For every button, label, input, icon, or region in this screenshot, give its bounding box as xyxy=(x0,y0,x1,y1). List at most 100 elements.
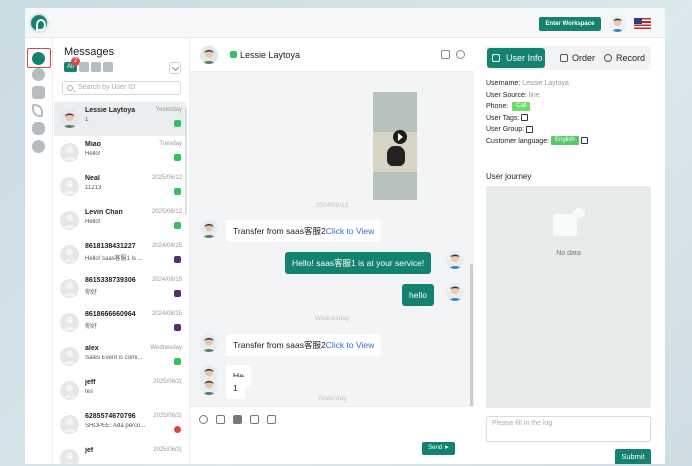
conversation-item[interactable]: jef 2025/06/2( xyxy=(54,442,186,464)
conversation-preview: Hello! xyxy=(85,219,101,225)
conversation-avatar xyxy=(60,143,79,162)
chat-header: Lessie Laytoya xyxy=(190,38,474,72)
conversation-name: alex xyxy=(85,345,99,352)
share-icon[interactable] xyxy=(441,50,450,59)
more-options-icon[interactable] xyxy=(456,50,465,59)
conversation-avatar xyxy=(60,449,79,464)
conversation-name: 8615338739306 xyxy=(85,277,136,284)
send-button[interactable]: Send ➤ xyxy=(422,442,455,455)
chevron-down-icon[interactable] xyxy=(169,62,181,74)
conversation-item[interactable]: Miao Tuesday Hello! xyxy=(54,136,186,170)
play-icon[interactable] xyxy=(393,130,407,144)
tab-user-info[interactable]: User Info xyxy=(487,48,545,68)
message-composer[interactable]: Send ➤ xyxy=(190,406,474,464)
list-scrollbar[interactable] xyxy=(185,107,187,215)
enter-workspace-button[interactable]: Enter Workspace xyxy=(539,17,601,31)
clipboard-nav-icon[interactable] xyxy=(32,86,45,99)
conversation-time: 2024/08/15 xyxy=(151,311,182,317)
message-nav-icon[interactable] xyxy=(32,68,45,81)
log-textarea[interactable]: Please fill in the log xyxy=(486,416,651,442)
tab-record[interactable]: Record xyxy=(604,48,645,68)
conversation-preview: Sales Event is comi... xyxy=(85,355,143,361)
channel-badge-icon xyxy=(174,358,181,365)
message-bubble-contact: 1 xyxy=(226,377,245,399)
language-flag-icon[interactable] xyxy=(634,18,651,29)
chat-messages: 2024/08/13 Transfer from saas客服2Click to… xyxy=(190,73,474,403)
submit-button[interactable]: Submit xyxy=(615,449,651,464)
conversation-time: 2025/06/12 xyxy=(151,209,182,215)
agent-avatar xyxy=(446,251,464,269)
messages-title: Messages xyxy=(64,46,115,58)
transfer-text: Transfer from saas客服2 xyxy=(233,340,326,350)
conversation-item[interactable]: 8618138431227 2024/08/15 Hello! saas客服1 is… xyxy=(54,238,186,272)
conversation-avatar xyxy=(60,279,79,298)
filter-all-button[interactable]: All 2 xyxy=(64,57,80,72)
tab-order[interactable]: Order xyxy=(560,48,595,68)
filter-phone-icon[interactable] xyxy=(103,62,113,72)
conversation-item[interactable]: 8615338739306 2024/08/15 你好 xyxy=(54,272,186,306)
conversation-name: Levin Chan xyxy=(85,209,123,216)
search-input[interactable]: Search by User ID xyxy=(62,81,181,95)
order-icon xyxy=(560,54,568,62)
conversation-name: Miao xyxy=(85,141,101,148)
channel-badge-icon xyxy=(174,120,181,127)
phone-row: Phone: Call xyxy=(486,101,656,113)
conversation-item[interactable]: Levin Chan 2025/06/12 Hello! xyxy=(54,204,186,238)
conversation-avatar xyxy=(60,211,79,230)
edit-tags-icon[interactable] xyxy=(521,114,529,122)
emoji-icon[interactable] xyxy=(199,415,208,424)
search-placeholder: Search by User ID xyxy=(78,84,136,91)
phone-nav-icon[interactable] xyxy=(32,104,43,117)
transfer-text: Transfer from saas客服2 xyxy=(233,226,326,236)
agent-avatar xyxy=(446,283,464,301)
channel-badge-icon xyxy=(174,188,181,195)
info-tabs: User Info Order Record xyxy=(485,46,651,70)
conversation-time: 2025/06/2( xyxy=(153,379,182,385)
image-icon[interactable] xyxy=(216,415,225,424)
date-separator: Wednesday xyxy=(314,315,350,322)
conversation-item[interactable]: alex Wednesday Sales Event is comi... xyxy=(54,340,186,374)
conversation-item[interactable]: 8618666660964 2024/08/15 你好 xyxy=(54,306,186,340)
channel-badge-icon xyxy=(174,290,181,297)
user-avatar[interactable] xyxy=(609,15,626,32)
conversation-avatar xyxy=(60,313,79,332)
user-info-icon xyxy=(492,54,500,62)
conversation-time: Yesterday xyxy=(155,107,182,113)
edit-group-icon[interactable] xyxy=(526,125,534,133)
chat-scrollbar[interactable] xyxy=(470,264,473,410)
click-to-view-link[interactable]: Click to View xyxy=(326,226,375,236)
filter-messenger-icon[interactable] xyxy=(91,62,101,72)
contact-message-avatar xyxy=(200,334,218,352)
filter-line-icon[interactable] xyxy=(79,62,89,72)
conversation-item[interactable]: jeff 2025/06/2(tes xyxy=(54,374,186,408)
channel-badge-icon xyxy=(174,154,181,161)
conversation-avatar xyxy=(60,347,79,366)
app-window: Enter Workspace Messages All 2 Search by xyxy=(25,8,665,464)
video-icon[interactable] xyxy=(233,415,242,424)
conversation-name: 8618138431227 xyxy=(85,243,136,250)
conversation-item[interactable]: 6285574670796 2025/06/2(SHOPEE: Ada perco… xyxy=(54,408,186,442)
empty-inbox-icon xyxy=(553,208,585,238)
message-bubble-agent: hello xyxy=(402,284,434,306)
click-to-view-link[interactable]: Click to View xyxy=(326,340,375,350)
conversation-item[interactable]: Neal 2025/06/12 11213 xyxy=(54,170,186,204)
more-nav-icon[interactable] xyxy=(32,140,45,153)
username-row: Username: Lessie Laytoya xyxy=(486,78,656,90)
tab-order-label: Order xyxy=(572,53,596,63)
video-thumbnail[interactable] xyxy=(373,92,417,200)
edit-language-icon[interactable] xyxy=(580,137,588,145)
empty-bubble-shape xyxy=(573,208,585,218)
contacts-nav-icon[interactable] xyxy=(32,122,45,135)
chat-nav-icon[interactable] xyxy=(32,52,45,65)
conversation-item[interactable]: Lessie Laytoya Yesterday 1 xyxy=(54,102,186,136)
channel-badge-icon xyxy=(174,222,181,229)
chat-panel: Lessie Laytoya 2024/08/13 Transfer from … xyxy=(190,38,474,464)
user-info-fields: Username: Lessie Laytoya User Source: li… xyxy=(486,78,656,147)
language-badge: English xyxy=(551,136,579,146)
screenshot-icon[interactable] xyxy=(250,415,259,424)
conversation-time: Tuesday xyxy=(159,141,182,147)
quick-reply-icon[interactable] xyxy=(267,415,276,424)
call-button[interactable]: Call xyxy=(512,101,531,111)
contact-message-avatar xyxy=(200,377,218,395)
username-value: Lessie Laytoya xyxy=(522,80,569,87)
